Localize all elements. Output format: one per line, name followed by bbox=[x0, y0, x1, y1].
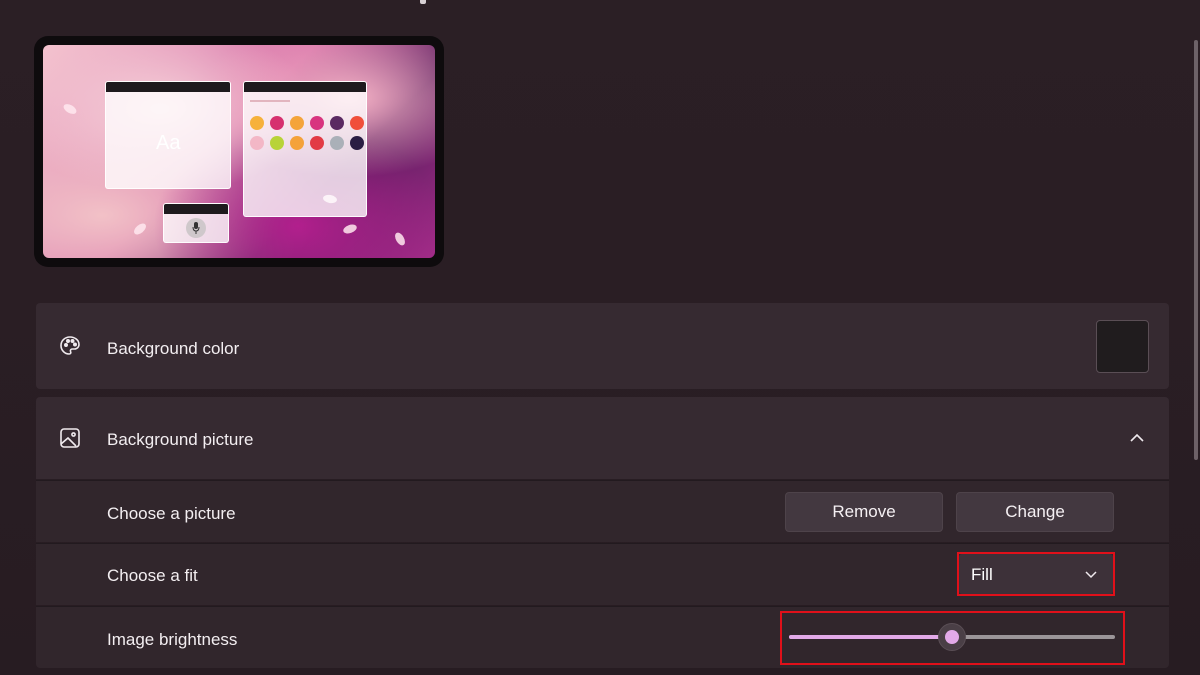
choose-fit-label: Choose a fit bbox=[107, 566, 198, 585]
background-color-label: Background color bbox=[107, 339, 240, 358]
preview-color-swatch bbox=[310, 116, 324, 130]
brightness-slider-highlight bbox=[780, 611, 1125, 665]
fit-dropdown-highlight bbox=[957, 552, 1115, 596]
preview-color-swatch bbox=[270, 116, 284, 130]
preview-color-swatch bbox=[350, 136, 364, 150]
preview-color-swatch bbox=[350, 116, 364, 130]
preview-color-swatch bbox=[290, 136, 304, 150]
palette-icon bbox=[58, 334, 82, 358]
background-picture-label: Background picture bbox=[107, 430, 254, 449]
background-color-card[interactable]: Background color bbox=[36, 303, 1169, 389]
background-preview: Aa bbox=[34, 36, 444, 267]
preview-wallpaper: Aa bbox=[43, 45, 435, 258]
scrollbar[interactable] bbox=[1194, 40, 1198, 460]
title-fragment bbox=[420, 0, 426, 4]
petal-decoration bbox=[132, 221, 148, 237]
petal-decoration bbox=[61, 102, 79, 116]
image-icon bbox=[58, 426, 82, 450]
preview-color-swatch bbox=[310, 136, 324, 150]
preview-sample-text: Aa bbox=[156, 132, 181, 154]
preview-color-swatch bbox=[290, 116, 304, 130]
preview-color-swatch bbox=[250, 116, 264, 130]
preview-window-titlebar bbox=[164, 204, 228, 214]
preview-window-titlebar bbox=[106, 82, 230, 92]
preview-window-titlebar bbox=[244, 82, 366, 92]
chevron-up-icon[interactable] bbox=[1127, 427, 1147, 447]
petal-decoration bbox=[393, 230, 407, 248]
preview-window-mic bbox=[163, 203, 229, 243]
image-brightness-label: Image brightness bbox=[107, 630, 238, 649]
preview-color-swatches bbox=[244, 102, 366, 150]
preview-window-colors bbox=[243, 81, 367, 217]
preview-color-swatch bbox=[270, 136, 284, 150]
microphone-icon bbox=[186, 218, 206, 238]
remove-button[interactable]: Remove bbox=[785, 492, 943, 532]
preview-window-text: Aa bbox=[105, 81, 231, 189]
background-color-swatch-button[interactable] bbox=[1096, 320, 1149, 373]
choose-picture-label: Choose a picture bbox=[107, 504, 236, 523]
change-button[interactable]: Change bbox=[956, 492, 1114, 532]
preview-color-swatch bbox=[250, 136, 264, 150]
choose-picture-row: Choose a picture Remove Change bbox=[36, 480, 1169, 542]
preview-color-swatch bbox=[330, 136, 344, 150]
background-picture-card[interactable]: Background picture bbox=[36, 397, 1169, 479]
petal-decoration bbox=[342, 222, 358, 236]
preview-color-swatch bbox=[330, 116, 344, 130]
